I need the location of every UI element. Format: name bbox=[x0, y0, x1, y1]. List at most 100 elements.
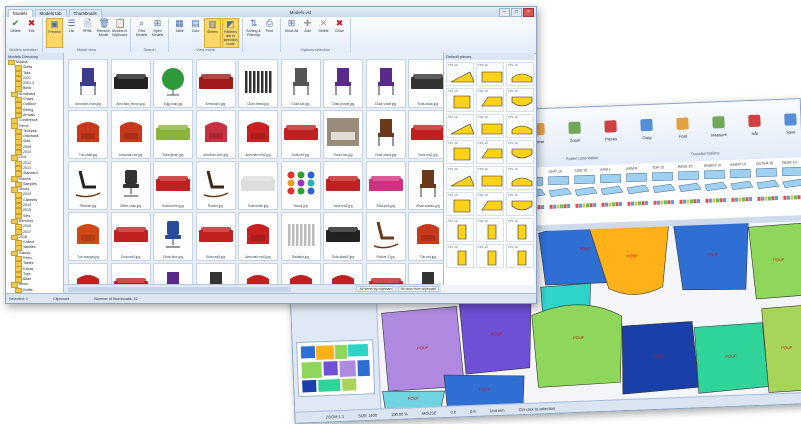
model-thumbnail[interactable]: Chair-metal.jpg bbox=[238, 59, 278, 108]
model-thumbnail[interactable]: Sofa-pink.jpg bbox=[365, 161, 406, 210]
layout-ribbon-button[interactable]: Copy bbox=[640, 118, 653, 140]
strip-piece[interactable]: OUTER 10 bbox=[756, 161, 780, 201]
pattern-piece[interactable]: TPL 10 bbox=[446, 244, 474, 268]
pattern-piece[interactable]: TPL 10 bbox=[506, 244, 534, 268]
model-thumbnail[interactable]: Sofa-red2.jpg bbox=[408, 110, 448, 159]
strip-piece[interactable]: ARM R bbox=[626, 166, 650, 206]
layout-ribbon-button[interactable]: Fold bbox=[676, 117, 689, 139]
close-button[interactable]: ✖ Close bbox=[332, 18, 347, 48]
pattern-shape[interactable]: POUF bbox=[761, 304, 801, 393]
remove-model-button[interactable]: 🗑 Remove Model bbox=[96, 18, 111, 48]
model-thumbnail[interactable]: Sofa-red4.jpg bbox=[110, 212, 151, 261]
sheets-button[interactable]: ▥ Sheets bbox=[204, 18, 221, 48]
pattern-piece[interactable]: TPL 10 bbox=[476, 244, 504, 268]
find-models-button[interactable]: ⌕ Find Models bbox=[134, 18, 149, 48]
pattern-piece[interactable]: TPL 10 bbox=[476, 166, 504, 190]
delete-button[interactable]: ✔ Delete bbox=[8, 18, 23, 48]
model-thumbnail[interactable]: Tub-chair.jpg bbox=[68, 110, 108, 159]
strip-piece[interactable]: ARM L bbox=[600, 167, 624, 207]
strip-piece[interactable]: BASE 10 bbox=[678, 164, 702, 204]
pattern-shape[interactable]: POUF bbox=[748, 222, 801, 300]
sorting-filtering-button[interactable]: ⇅ Sorting & Filtering bbox=[246, 18, 261, 52]
table-button[interactable]: ▦ Table bbox=[172, 18, 187, 48]
model-thumbnail[interactable]: Sofa-black2.jpg bbox=[323, 212, 363, 261]
pattern-piece[interactable]: TPL 10 bbox=[506, 218, 534, 242]
layout-ribbon-button[interactable]: Zoom bbox=[568, 121, 581, 143]
tab-thumbnails[interactable]: Thumbnails bbox=[68, 9, 102, 17]
model-thumbnail[interactable]: Armchair-a.jpg bbox=[68, 263, 108, 285]
card-button[interactable]: ▤ Card bbox=[188, 18, 203, 48]
model-thumbnail[interactable]: Chair-b.jpg bbox=[153, 263, 193, 285]
model-thumbnail[interactable]: Chair-blue.jpg bbox=[153, 212, 193, 261]
pattern-piece[interactable]: TPL 10 bbox=[476, 140, 504, 164]
pattern-piece[interactable]: TPL 10 bbox=[476, 88, 504, 112]
pattern-piece[interactable]: TPL 10 bbox=[446, 192, 474, 216]
model-thumbnail[interactable]: Armchair-red.jpg bbox=[110, 110, 151, 159]
pattern-piece[interactable]: TPL 10 bbox=[506, 88, 534, 112]
model-thumbnail[interactable]: Armchair-pink.jpg bbox=[195, 110, 236, 159]
pattern-piece[interactable]: TPL 10 bbox=[476, 192, 504, 216]
list-button[interactable]: ☰ List bbox=[64, 18, 79, 48]
model-thumbnail[interactable]: Sofa-red5.jpg bbox=[195, 212, 236, 261]
model-thumbnail[interactable]: Recliner.jpg bbox=[68, 161, 108, 210]
model-thumbnail[interactable]: Armchair-b.jpg bbox=[238, 263, 278, 285]
layout-ribbon-button[interactable]: Info bbox=[748, 114, 761, 136]
add-button[interactable]: ✚ Add bbox=[300, 18, 315, 48]
pattern-piece[interactable]: TPL 10 bbox=[506, 140, 534, 164]
model-thumbnail[interactable]: Tub-orange.jpg bbox=[68, 212, 108, 261]
model-thumbnail[interactable]: Sofa-a.jpg bbox=[110, 263, 151, 285]
print-button[interactable]: ⎙ Print bbox=[262, 18, 277, 52]
model-thumbnail[interactable]: Sofa-green.jpg bbox=[153, 110, 193, 159]
pattern-piece[interactable]: TPL 10 bbox=[506, 192, 534, 216]
layout-ribbon-button[interactable]: Pieces bbox=[604, 120, 617, 142]
pattern-piece[interactable]: TPL 10 bbox=[446, 218, 474, 242]
model-thumbnail[interactable]: Sofa-black.jpg bbox=[408, 59, 448, 108]
model-thumbnail[interactable]: Rocker-2.jpg bbox=[365, 212, 406, 261]
layout-ribbon-button[interactable]: Measure bbox=[710, 116, 728, 138]
model-thumbnail[interactable]: Armchair_brown.jpg bbox=[110, 59, 151, 108]
model-thumbnail[interactable]: Armchair1.jpg bbox=[195, 59, 236, 108]
model-thumbnail[interactable]: Chair-c.jpg bbox=[195, 263, 236, 285]
model-thumbnail[interactable]: Armchair-d.jpg bbox=[323, 263, 363, 285]
maximize-button[interactable]: □ bbox=[511, 7, 522, 17]
strip-piece[interactable]: TOP 10 bbox=[652, 165, 676, 205]
model-thumbnail[interactable]: Chair-wood.jpg bbox=[365, 110, 406, 159]
pattern-shape[interactable]: POUF bbox=[620, 321, 699, 395]
model-thumbnail[interactable]: Tub-red.jpg bbox=[408, 212, 448, 261]
layout-ribbon-button[interactable]: Save bbox=[784, 113, 797, 135]
model-thumbnail[interactable]: Armchair-c.jpg bbox=[280, 263, 321, 285]
model-thumbnail[interactable]: Rocker.jpg bbox=[195, 161, 236, 210]
pattern-piece[interactable]: TPL 10 bbox=[446, 140, 474, 164]
patterns-link-to-selection-mode-button[interactable]: ◩ Patterns link to selection mode bbox=[222, 18, 239, 48]
model-thumbnail[interactable]: Room-set.jpg bbox=[323, 110, 363, 159]
exit-button[interactable]: ✖ Exit bbox=[24, 18, 39, 48]
clipboard-field-docs[interactable]: All docs from clipboard bbox=[397, 286, 439, 292]
preview-button[interactable]: ▣ Preview bbox=[46, 18, 63, 48]
pattern-piece[interactable]: TPL 10 bbox=[506, 166, 534, 190]
model-thumbnail[interactable]: Sofa-red.jpg bbox=[280, 110, 321, 159]
strip-piece[interactable]: FRONT 10 bbox=[704, 163, 728, 203]
model-thumbnail[interactable]: Chair-purple.jpg bbox=[323, 59, 363, 108]
minimize-button[interactable]: – bbox=[499, 7, 510, 17]
model-thumbnail[interactable]: Sofa-white.jpg bbox=[238, 161, 278, 210]
strip-piece[interactable]: SIDE 10 bbox=[574, 168, 598, 208]
directory-tree[interactable]: Models Sofas Tabs 2021 2021-2 Beds Armchairs Ch… bbox=[6, 59, 63, 303]
pattern-piece[interactable]: TPL 10 bbox=[446, 114, 474, 138]
scroll-thumb[interactable] bbox=[68, 287, 291, 292]
model-thumbnail[interactable]: Sofa-corner.jpg bbox=[153, 161, 193, 210]
strip-piece[interactable]: DECK 10 bbox=[782, 160, 801, 200]
pattern-shape[interactable]: POUF bbox=[587, 219, 671, 296]
model-thumbnail[interactable]: Sofa-b.jpg bbox=[365, 263, 406, 285]
pattern-piece[interactable]: TPL 10 bbox=[446, 88, 474, 112]
hpml-button[interactable]: 🗎 HPML bbox=[80, 18, 95, 48]
model-thumbnail[interactable]: Armchair-chair.jpg bbox=[68, 59, 108, 108]
show-all-button[interactable]: ⊞ Show All bbox=[284, 18, 299, 48]
model-thumbnail[interactable]: Chair-d.jpg bbox=[408, 263, 448, 285]
model-thumbnail[interactable]: Chair-classic.jpg bbox=[408, 161, 448, 210]
pattern-piece[interactable]: TPL 10 bbox=[506, 114, 534, 138]
model-thumbnail[interactable]: Radiator.jpg bbox=[280, 212, 321, 261]
model-thumbnail[interactable]: Chair-violet.jpg bbox=[365, 59, 406, 108]
models-in-clipboard-button[interactable]: 📋 Models in Clipboard bbox=[112, 18, 127, 48]
pattern-piece[interactable]: TPL 10 bbox=[476, 114, 504, 138]
model-thumbnail[interactable]: Egg-chair.jpg bbox=[153, 59, 193, 108]
